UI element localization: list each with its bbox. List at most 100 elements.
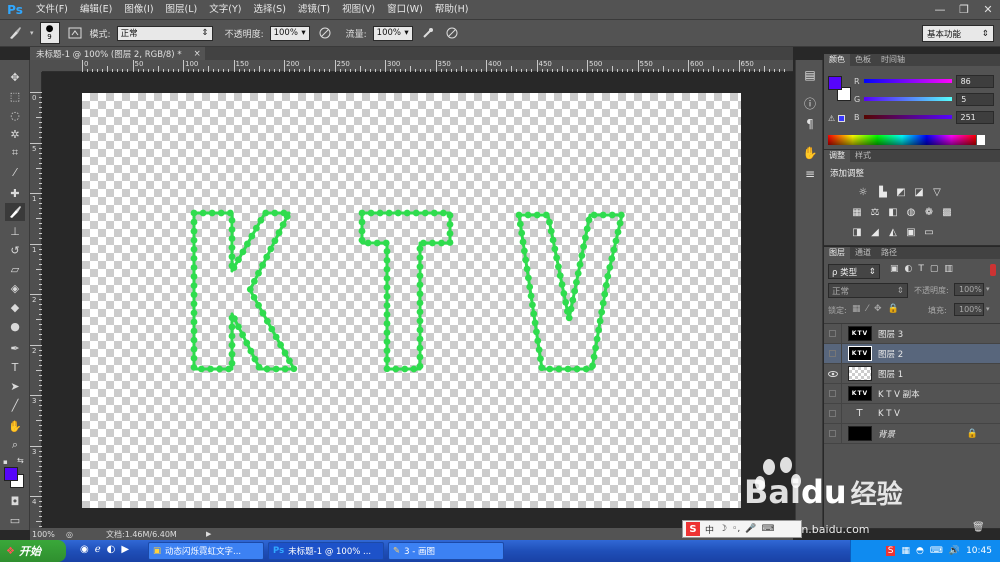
layer-row[interactable]: T K T V [824, 403, 1000, 424]
ime-punctuation-icon[interactable]: ◦, [732, 524, 740, 534]
layer-filter-select[interactable]: ρ 类型 ⇕ [828, 264, 880, 279]
clock[interactable]: 10:45 [966, 546, 992, 556]
quick-launch-icons[interactable]: ◉ℯ◐▶ [80, 544, 135, 555]
menu-type[interactable]: 文字(Y) [203, 0, 247, 19]
brush-presets-icon[interactable]: ≡ [800, 165, 820, 183]
green-channel-value[interactable]: 5 [956, 92, 995, 106]
marquee-tool-icon[interactable]: ⬚ [5, 87, 25, 105]
color-spectrum-bar[interactable] [828, 135, 976, 145]
lock-options-icons[interactable]: ▦⁄✥🔒 [852, 304, 905, 314]
tray-volume-icon[interactable]: 🔊 [949, 546, 960, 556]
layer-row[interactable]: 背景 🔒 [824, 423, 1000, 444]
delete-layer-icon[interactable]: 🗑 [972, 522, 985, 533]
red-channel-slider[interactable] [863, 79, 952, 83]
pressure-size-icon[interactable] [443, 24, 461, 42]
character-panel-icon[interactable]: ¶ [800, 115, 820, 133]
sogou-ime-icon[interactable]: S [686, 522, 700, 536]
tray-security-icon[interactable]: ◓ [916, 546, 924, 556]
paint-bucket-tool-icon[interactable]: ◈ [5, 279, 25, 297]
pressure-opacity-icon[interactable] [316, 24, 334, 42]
tab-swatches[interactable]: 色板 [850, 54, 876, 66]
blue-channel-slider[interactable] [863, 115, 952, 119]
visibility-toggle[interactable] [824, 423, 842, 444]
blend-mode-select[interactable]: 正常 ⇕ [828, 283, 908, 298]
eraser-tool-icon[interactable]: ▱ [5, 260, 25, 278]
document-canvas[interactable] [82, 93, 741, 508]
layer-opacity-arrow-icon[interactable]: ▾ [986, 285, 990, 293]
gradient-map-icon[interactable]: ▭ [922, 226, 936, 238]
selective-color-icon[interactable]: ▣ [904, 226, 918, 238]
tray-network-icon[interactable]: ▦ [901, 546, 910, 556]
fill-arrow-icon[interactable]: ▾ [986, 305, 990, 313]
tray-ime-icon[interactable]: ⌨ [930, 546, 943, 556]
foreground-color-swatch[interactable] [4, 467, 18, 481]
horizontal-ruler[interactable]: 0 50 100 150 200 250 300 350 400 450 500 550 600 650 [42, 60, 793, 72]
menu-window[interactable]: 窗口(W) [381, 0, 429, 19]
visibility-toggle[interactable] [824, 383, 842, 404]
visibility-eye-icon[interactable] [824, 363, 842, 384]
filter-toggle-icon[interactable] [990, 264, 996, 276]
visibility-toggle[interactable] [824, 343, 842, 364]
layer-filter-icons[interactable]: ▣◐T▢▥ [890, 264, 959, 274]
preset-dropdown-arrow-icon[interactable]: ▾ [30, 29, 34, 37]
flow-field[interactable]: 100% ▾ [372, 25, 413, 41]
layer-row[interactable]: KTV K T V 副本 [824, 383, 1000, 404]
brush-panel-toggle-icon[interactable] [66, 24, 84, 42]
dodge-tool-icon[interactable]: ● [5, 317, 25, 335]
pen-tool-icon[interactable]: ✒ [5, 339, 25, 357]
opacity-field[interactable]: 100% ▾ [269, 25, 310, 41]
green-channel-slider[interactable] [864, 97, 953, 101]
document-tab[interactable]: 未标题-1 @ 100% (图层 2, RGB/8) * × [30, 47, 205, 60]
spectrum-white-swatch[interactable] [977, 135, 985, 145]
ime-mode-icon[interactable]: 中 [705, 523, 714, 536]
tab-color[interactable]: 颜色 [824, 54, 850, 66]
menu-edit[interactable]: 编辑(E) [74, 0, 118, 19]
invert-icon[interactable]: ◨ [850, 226, 864, 238]
screen-mode-icon[interactable]: ▭ [5, 511, 25, 529]
visibility-toggle[interactable] [824, 403, 842, 424]
hand-tool-icon[interactable]: ✋ [5, 417, 25, 435]
color-panel-foreground-swatch[interactable] [828, 76, 842, 90]
info-panel-icon[interactable]: ⓘ [800, 94, 820, 112]
tab-channels[interactable]: 通道 [850, 247, 876, 259]
mode-select[interactable]: 正常 ⇕ [116, 25, 213, 41]
crop-tool-icon[interactable]: ⌗ [5, 144, 25, 162]
taskbar-item-paint[interactable]: ✎ 3 - 画图 [388, 542, 504, 560]
fill-value[interactable]: 100% [954, 303, 984, 316]
tab-styles[interactable]: 样式 [850, 150, 876, 162]
web-safe-color-swatch[interactable] [838, 115, 845, 122]
menu-select[interactable]: 选择(S) [247, 0, 291, 19]
menu-view[interactable]: 视图(V) [336, 0, 381, 19]
history-brush-tool-icon[interactable]: ↺ [5, 241, 25, 259]
blue-channel-value[interactable]: 251 [955, 110, 994, 124]
workspace-switcher[interactable]: 基本功能 ⇕ [922, 25, 994, 42]
layer-opacity-value[interactable]: 100% [954, 283, 984, 296]
document-tab-close-icon[interactable]: × [194, 49, 201, 59]
brush-tool-icon[interactable] [5, 203, 25, 221]
quick-mask-icon[interactable]: ◘ [5, 492, 25, 510]
clone-stamp-tool-icon[interactable]: ⊥ [5, 222, 25, 240]
tab-layers[interactable]: 图层 [824, 247, 850, 259]
tab-timeline[interactable]: 时间轴 [876, 54, 910, 66]
zoom-tool-icon[interactable]: ⌕ [5, 436, 25, 454]
zoom-level[interactable]: 100% [30, 530, 66, 539]
layer-row[interactable]: 图层 1 [824, 363, 1000, 384]
brush-tool-preset-icon[interactable] [6, 24, 24, 42]
brightness-contrast-icon[interactable]: ☼ [856, 186, 870, 198]
posterize-icon[interactable]: ◢ [868, 226, 882, 238]
ime-moon-icon[interactable]: ☽ [719, 524, 727, 534]
path-selection-tool-icon[interactable]: ➤ [5, 377, 25, 395]
tab-paths[interactable]: 路径 [876, 247, 902, 259]
menu-image[interactable]: 图像(I) [118, 0, 159, 19]
red-channel-value[interactable]: 86 [955, 74, 994, 88]
curves-icon[interactable]: ◩ [894, 186, 908, 198]
lasso-tool-icon[interactable]: ◌ [5, 106, 25, 124]
status-menu-icon[interactable]: ◎ [66, 530, 80, 539]
hue-saturation-icon[interactable]: ▦ [850, 206, 864, 218]
photo-filter-icon[interactable]: ◍ [904, 206, 918, 218]
vibrance-icon[interactable]: ▽ [930, 186, 944, 198]
menu-file[interactable]: 文件(F) [30, 0, 74, 19]
tool-presets-icon[interactable]: ✋ [800, 144, 820, 162]
channel-mixer-icon[interactable]: ❁ [922, 206, 936, 218]
color-balance-icon[interactable]: ⚖ [868, 206, 882, 218]
